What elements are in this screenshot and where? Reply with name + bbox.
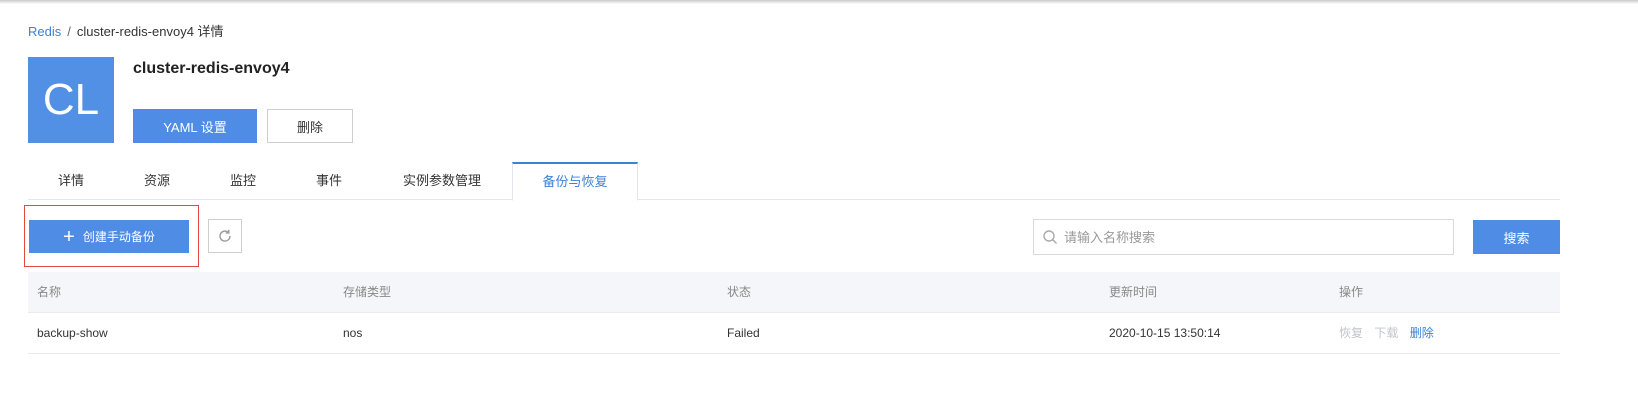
search-box	[1033, 219, 1454, 255]
delete-action[interactable]: 删除	[1410, 326, 1434, 340]
column-header-actions: 操作	[1339, 285, 1364, 299]
tab-resources[interactable]: 资源	[114, 162, 200, 200]
column-header-storage: 存储类型	[343, 285, 392, 299]
cell-name: backup-show	[37, 326, 108, 340]
yaml-settings-button[interactable]: YAML 设置	[133, 109, 257, 143]
top-shadow	[0, 0, 1638, 4]
table-row: backup-show nos Failed 2020-10-15 13:50:…	[28, 313, 1560, 354]
cell-actions: 恢复 下载 删除	[1339, 313, 1442, 353]
download-action[interactable]: 下载	[1374, 326, 1398, 340]
plus-icon: +	[63, 225, 75, 248]
search-input[interactable]	[1064, 229, 1444, 245]
create-manual-backup-button[interactable]: + 创建手动备份	[29, 220, 189, 253]
breadcrumb-separator: /	[67, 24, 71, 39]
backup-table: 名称 存储类型 状态 更新时间 操作 backup-show nos Faile…	[28, 272, 1560, 354]
search-button[interactable]: 搜索	[1473, 220, 1560, 254]
search-icon	[1043, 230, 1057, 244]
cell-updated: 2020-10-15 13:50:14	[1109, 326, 1221, 340]
table-header: 名称 存储类型 状态 更新时间 操作	[28, 272, 1560, 313]
tab-backup-restore[interactable]: 备份与恢复	[512, 162, 638, 201]
tab-instance-params[interactable]: 实例参数管理	[372, 162, 512, 200]
breadcrumb-current: cluster-redis-envoy4 详情	[76, 24, 224, 39]
breadcrumb-redis-link[interactable]: Redis	[28, 24, 61, 39]
column-header-updated: 更新时间	[1109, 285, 1158, 299]
cell-storage: nos	[343, 326, 363, 340]
create-button-label: 创建手动备份	[82, 230, 155, 244]
column-header-name: 名称	[37, 285, 62, 299]
breadcrumb: Redis / cluster-redis-envoy4 详情	[28, 21, 224, 40]
refresh-icon	[219, 229, 231, 242]
tab-monitoring[interactable]: 监控	[200, 162, 286, 200]
refresh-button[interactable]	[208, 219, 242, 253]
restore-action[interactable]: 恢复	[1339, 326, 1363, 340]
page-title: cluster-redis-envoy4	[133, 60, 290, 77]
avatar: CL	[28, 57, 114, 143]
tab-bar: 详情 资源 监控 事件 实例参数管理 备份与恢复	[28, 162, 1560, 201]
tab-events[interactable]: 事件	[286, 162, 372, 200]
cell-status: Failed	[727, 326, 760, 340]
column-header-status: 状态	[727, 285, 752, 299]
tab-details[interactable]: 详情	[28, 162, 114, 200]
delete-button[interactable]: 删除	[267, 109, 353, 143]
